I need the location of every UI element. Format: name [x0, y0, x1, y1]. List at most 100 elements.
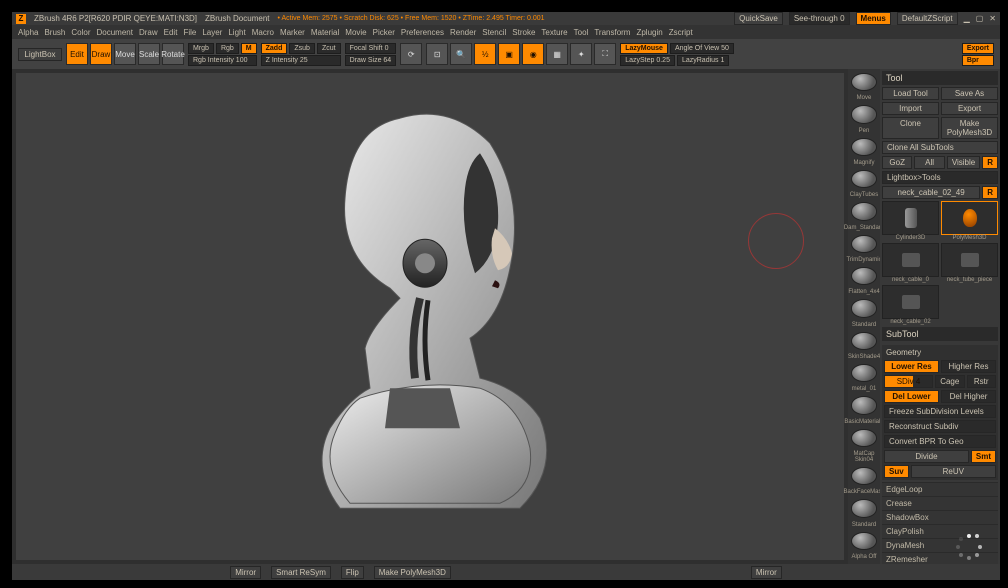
reconstruct-subdiv-button[interactable]: Reconstruct Subdiv [884, 420, 996, 433]
local-button[interactable]: ◉ [522, 43, 544, 65]
divide-button[interactable]: Divide [884, 450, 969, 463]
section-crease[interactable]: Crease [882, 496, 998, 510]
cage-button[interactable]: Cage [935, 375, 965, 388]
draw-size-slider[interactable]: Draw Size 64 [345, 55, 397, 66]
sdiv-slider[interactable]: SDiv 4 [884, 375, 933, 388]
mirror-button[interactable]: Mirror [230, 566, 261, 579]
rgb-intensity-slider[interactable]: Rgb Intensity 100 [188, 55, 257, 66]
menu-stencil[interactable]: Stencil [482, 28, 506, 37]
tray-claytubes[interactable] [851, 170, 877, 188]
tray-move[interactable] [851, 73, 877, 91]
tool-r-button[interactable]: R [982, 186, 998, 199]
reuv-button[interactable]: ReUV [911, 465, 996, 478]
scale-mode-button[interactable]: Scale [138, 43, 160, 65]
persp-button[interactable]: ▣ [498, 43, 520, 65]
tool-thumb-neck_cable_0[interactable] [882, 243, 939, 277]
save-as-button[interactable]: Save As [941, 87, 998, 100]
tool-thumb-neck_cable_02[interactable] [882, 285, 939, 319]
mirror-2-button[interactable]: Mirror [751, 566, 782, 579]
menu-picker[interactable]: Picker [373, 28, 395, 37]
menu-light[interactable]: Light [228, 28, 245, 37]
tray-standard[interactable] [851, 499, 877, 517]
menu-marker[interactable]: Marker [280, 28, 305, 37]
clone-button[interactable]: Clone [882, 117, 939, 139]
move-mode-button[interactable]: Move [114, 43, 136, 65]
refresh-icon[interactable]: ⟳ [400, 43, 422, 65]
menu-zscript[interactable]: Zscript [669, 28, 693, 37]
import-button[interactable]: Import [882, 102, 939, 115]
menu-zplugin[interactable]: Zplugin [636, 28, 662, 37]
menu-render[interactable]: Render [450, 28, 476, 37]
lazystep-slider[interactable]: LazyStep 0.25 [620, 55, 675, 66]
higher-res-button[interactable]: Higher Res [941, 360, 996, 373]
tray-flatten-4x4[interactable] [851, 267, 877, 285]
menu-brush[interactable]: Brush [44, 28, 65, 37]
close-icon[interactable]: ✕ [989, 14, 996, 23]
menu-layer[interactable]: Layer [202, 28, 222, 37]
smt-button[interactable]: Smt [971, 450, 996, 463]
zoom-button[interactable]: 🔍 [450, 43, 472, 65]
aov-slider[interactable]: Angle Of View 50 [670, 43, 734, 54]
tray-backfacemask[interactable] [851, 467, 877, 485]
z-intensity-slider[interactable]: Z Intensity 25 [261, 55, 341, 66]
menu-edit[interactable]: Edit [164, 28, 178, 37]
lazyradius-slider[interactable]: LazyRadius 1 [677, 55, 729, 66]
seethrough-slider[interactable]: See-through 0 [789, 12, 850, 25]
export-button[interactable]: Export [962, 43, 994, 54]
tool-palette-header[interactable]: Tool [882, 71, 998, 85]
tray-skinshade4[interactable] [851, 332, 877, 350]
tray-standard[interactable] [851, 299, 877, 317]
activepoints-button[interactable]: ⊡ [426, 43, 448, 65]
clone-all-subtools-button[interactable]: Clone All SubTools [882, 141, 998, 154]
tray-alpha-off[interactable] [851, 532, 877, 550]
goz-button[interactable]: GoZ [882, 156, 912, 169]
geometry-header[interactable]: Geometry [884, 347, 996, 358]
subtool-header[interactable]: SubTool [882, 327, 998, 341]
menu-texture[interactable]: Texture [541, 28, 567, 37]
bpr-button[interactable]: Bpr [962, 55, 994, 66]
tool-thumb-neck_tube_piece[interactable] [941, 243, 998, 277]
lightbox-button[interactable]: LightBox [18, 48, 62, 61]
rstr-button[interactable]: Rstr [967, 375, 997, 388]
menu-alpha[interactable]: Alpha [18, 28, 38, 37]
section-shadowbox[interactable]: ShadowBox [882, 510, 998, 524]
del-higher-button[interactable]: Del Higher [941, 390, 996, 403]
tray-dam-standard[interactable] [851, 202, 877, 220]
xpose-button[interactable]: ✦ [570, 43, 592, 65]
document-canvas[interactable] [16, 73, 844, 560]
menu-material[interactable]: Material [311, 28, 339, 37]
m-button[interactable]: M [241, 43, 257, 54]
menu-file[interactable]: File [183, 28, 196, 37]
maximize-icon[interactable]: ▢ [976, 14, 984, 23]
zcut-button[interactable]: Zcut [317, 43, 341, 54]
current-tool-name[interactable]: neck_cable_02_49 [882, 186, 980, 199]
flip-button[interactable]: Flip [341, 566, 364, 579]
tray-metal-01[interactable] [851, 364, 877, 382]
aahalf-button[interactable]: ½ [474, 43, 496, 65]
menu-stroke[interactable]: Stroke [512, 28, 535, 37]
edit-mode-button[interactable]: Edit [66, 43, 88, 65]
menu-draw[interactable]: Draw [139, 28, 158, 37]
goz-r-button[interactable]: R [982, 156, 998, 169]
floor-button[interactable]: ▦ [546, 43, 568, 65]
suv-button[interactable]: Suv [884, 465, 909, 478]
smart-resym-button[interactable]: Smart ReSym [271, 566, 331, 579]
export-tool-button[interactable]: Export [941, 102, 998, 115]
goz-visible-button[interactable]: Visible [947, 156, 980, 169]
lazymouse-button[interactable]: LazyMouse [620, 43, 668, 54]
defaultzscript-button[interactable]: DefaultZScript [897, 12, 958, 25]
quicksave-button[interactable]: QuickSave [734, 12, 783, 25]
menus-button[interactable]: Menus [856, 12, 891, 25]
convert-bpr-button[interactable]: Convert BPR To Geo [884, 435, 996, 448]
make-polymesh3d-footer-button[interactable]: Make PolyMesh3D [374, 566, 451, 579]
load-tool-button[interactable]: Load Tool [882, 87, 939, 100]
minimize-icon[interactable]: ▁ [964, 14, 970, 23]
make-polymesh3d-button[interactable]: Make PolyMesh3D [941, 117, 998, 139]
zadd-button[interactable]: Zadd [261, 43, 288, 54]
menu-transform[interactable]: Transform [594, 28, 630, 37]
rgb-button[interactable]: Rgb [216, 43, 239, 54]
menu-preferences[interactable]: Preferences [401, 28, 444, 37]
tray-pen[interactable] [851, 105, 877, 123]
section-edgeloop[interactable]: EdgeLoop [882, 482, 998, 496]
tray-matcap-skin04[interactable] [851, 429, 877, 447]
